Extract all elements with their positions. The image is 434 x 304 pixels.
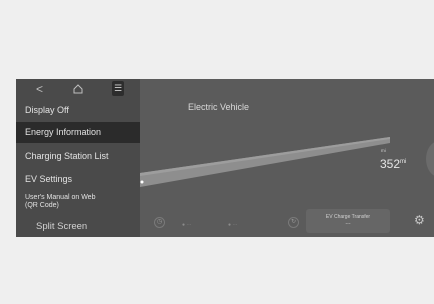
sidebar-item-label: Energy Information: [25, 127, 102, 137]
sidebar-item-ev-settings[interactable]: EV Settings: [16, 172, 140, 186]
sidebar-item-display-off[interactable]: Display Off: [16, 103, 140, 117]
bottom-bar: ◷ ● ··· ● ··· ↻ EV Charge Transfer --- ⚙: [140, 209, 434, 237]
range-unit: mi: [400, 159, 407, 165]
sidebar-item-energy-information[interactable]: Energy Information: [16, 122, 140, 143]
page-title: Electric Vehicle: [188, 102, 250, 112]
sidebar-item-label: Split Screen: [36, 221, 88, 232]
range-unit-tag: mi: [381, 148, 386, 153]
sidebar: < ☰ Display Off Energy Information Charg…: [16, 79, 140, 237]
gear-icon[interactable]: ⚙: [414, 214, 425, 226]
sidebar-item-split-screen[interactable]: Split Screen: [16, 219, 140, 235]
sidebar-item-label: EV Settings: [25, 174, 73, 184]
sidebar-item-users-manual[interactable]: User's Manual on Web (QR Code): [16, 194, 140, 212]
sidebar-item-label: Display Off: [25, 105, 69, 115]
sidebar-item-label: User's Manual on Web: [25, 194, 96, 201]
infotainment-screen: < ☰ Display Off Energy Information Charg…: [16, 79, 434, 237]
ev-charge-value: ---: [345, 221, 351, 227]
top-nav: < ☰: [16, 79, 140, 99]
clock-icon[interactable]: ◷: [154, 217, 165, 228]
range-value: 352mi: [380, 155, 406, 171]
ev-charge-label: EV Charge Transfer: [325, 214, 371, 220]
range-road-graphic: [140, 137, 390, 187]
back-icon[interactable]: <: [36, 81, 43, 97]
ev-charge-transfer-button[interactable]: EV Charge Transfer ---: [306, 209, 390, 233]
sidebar-item-label: Charging Station List: [25, 151, 109, 161]
charge-knob[interactable]: [426, 141, 434, 177]
status-dot-1: ● ···: [182, 222, 192, 228]
sidebar-item-sublabel: (QR Code): [25, 202, 59, 209]
sidebar-item-charging-station-list[interactable]: Charging Station List: [16, 149, 140, 163]
range-number: 352: [380, 157, 401, 171]
home-icon[interactable]: [72, 83, 84, 95]
status-dot-2: ● ···: [228, 222, 238, 228]
menu-icon[interactable]: ☰: [112, 81, 124, 96]
timer-icon[interactable]: ↻: [288, 217, 299, 228]
